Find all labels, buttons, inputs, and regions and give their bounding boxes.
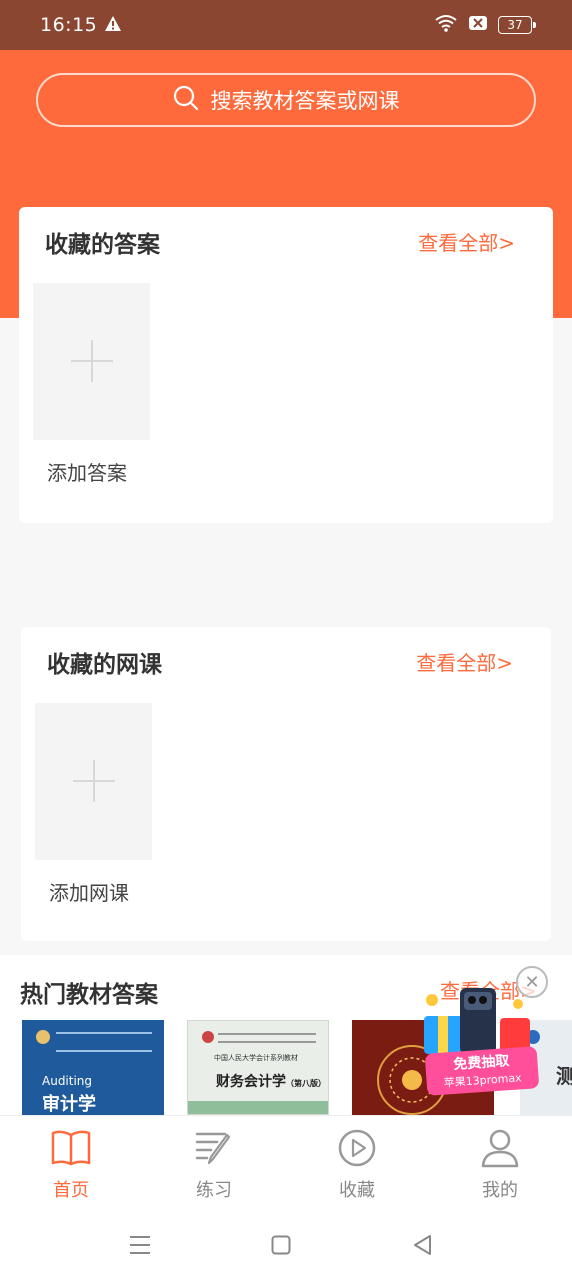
tab-home-label: 首页 [53, 1180, 89, 1201]
status-bar: 16:15 37 [0, 0, 572, 50]
book-edition: （第八版） [286, 1079, 326, 1088]
favorite-answers-view-all-link[interactable]: 查看全部> [418, 227, 515, 256]
add-answer-button[interactable] [33, 283, 150, 440]
tab-favorites-label: 收藏 [339, 1180, 375, 1201]
battery-icon: 37 [498, 16, 536, 34]
system-nav-bar [0, 1210, 572, 1280]
home-square-icon[interactable] [271, 1235, 291, 1259]
book-title: 财务会计学 [216, 1074, 286, 1090]
tab-mine-label: 我的 [482, 1180, 518, 1201]
search-bar[interactable]: 搜索教材答案或网课 [36, 73, 536, 127]
tab-practice-label: 练习 [196, 1180, 232, 1201]
warning-icon [104, 15, 122, 37]
book-title: 测 [556, 1064, 572, 1088]
hot-textbooks-title: 热门教材答案 [20, 982, 158, 1008]
seal-icon [202, 1031, 214, 1043]
favorite-courses-view-all-link[interactable]: 查看全部> [416, 647, 513, 676]
book-icon [21, 1126, 121, 1170]
search-icon [173, 85, 199, 116]
sim-off-icon [468, 14, 488, 36]
favorite-answers-title: 收藏的答案 [45, 232, 160, 258]
back-triangle-icon[interactable] [412, 1234, 432, 1260]
textbook-cover[interactable]: Auditing 审计学 [22, 1020, 164, 1115]
book-series: 中国人民大学会计系列教材 [214, 1054, 298, 1062]
promo-widget[interactable]: 免费抽取 苹果13promax ✕ [402, 966, 550, 1096]
bottom-tab-bar: 首页 练习 收藏 我的 [0, 1115, 572, 1210]
wifi-icon [434, 14, 458, 36]
user-icon [450, 1126, 550, 1170]
play-circle-icon [307, 1126, 407, 1170]
close-icon[interactable]: ✕ [516, 966, 548, 998]
search-placeholder: 搜索教材答案或网课 [210, 89, 400, 113]
textbook-cover[interactable]: 中国人民大学会计系列教材 财务会计学（第八版） [187, 1020, 329, 1115]
favorite-courses-card: 收藏的网课 查看全部> 添加网课 [21, 627, 551, 941]
menu-icon[interactable] [128, 1234, 152, 1260]
seal-icon [36, 1030, 50, 1044]
add-course-label: 添加网课 [49, 881, 129, 905]
tab-home[interactable]: 首页 [21, 1126, 121, 1202]
add-course-button[interactable] [35, 703, 152, 860]
book-english-title: Auditing [42, 1074, 93, 1088]
pen-icon [164, 1126, 264, 1170]
add-answer-label: 添加答案 [47, 461, 127, 485]
status-time: 16:15 [40, 14, 98, 36]
favorite-answers-card: 收藏的答案 查看全部> 添加答案 [19, 207, 553, 523]
tab-practice[interactable]: 练习 [164, 1126, 264, 1202]
tab-favorites[interactable]: 收藏 [307, 1126, 407, 1202]
promo-badge: 免费抽取 苹果13promax [424, 1046, 540, 1096]
book-title: 审计学 [42, 1094, 96, 1115]
tab-mine[interactable]: 我的 [450, 1126, 550, 1202]
favorite-courses-title: 收藏的网课 [47, 652, 162, 678]
